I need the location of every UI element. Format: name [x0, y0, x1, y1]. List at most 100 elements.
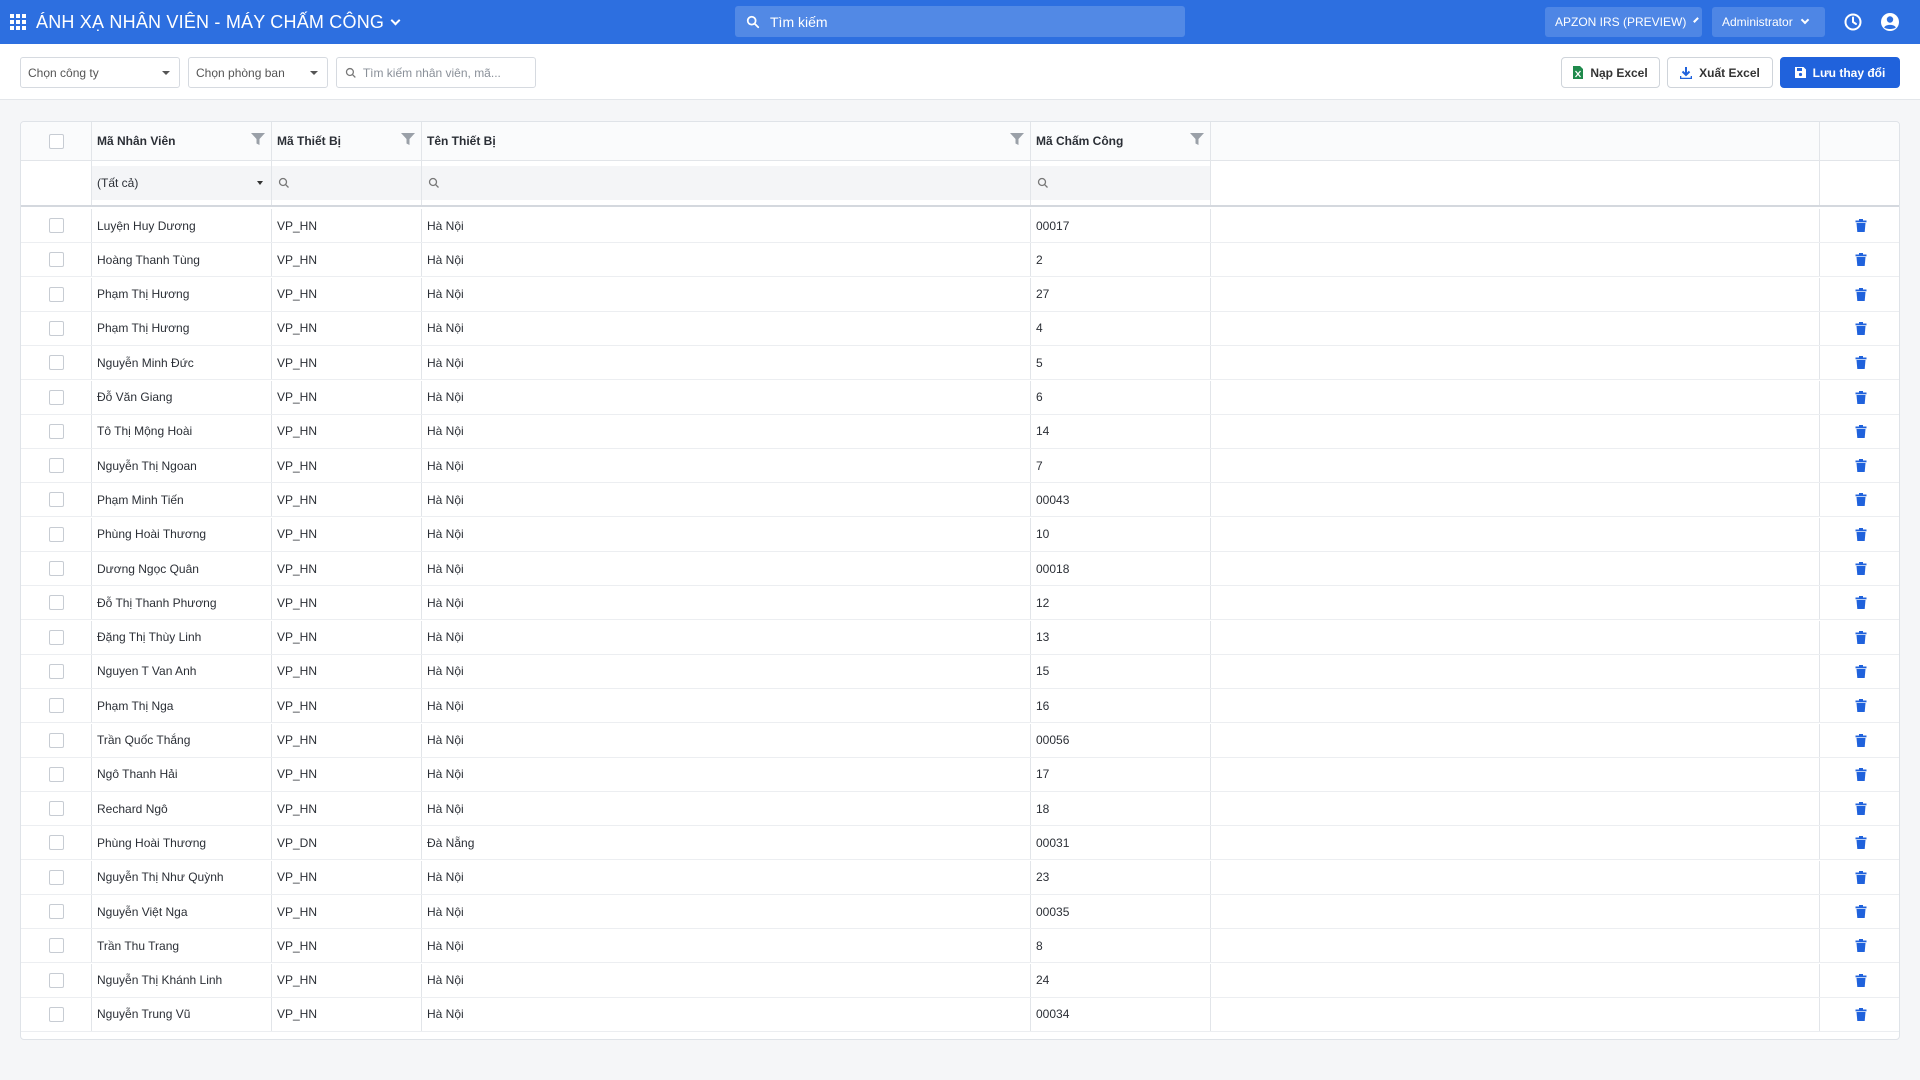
row-checkbox[interactable]: [48, 698, 64, 714]
global-search-input[interactable]: [770, 13, 1170, 30]
row-checkbox[interactable]: [48, 1006, 64, 1022]
cell-employee[interactable]: Nguyễn Trung Vũ: [92, 997, 272, 1031]
cell-device-code[interactable]: VP_HN: [272, 209, 422, 242]
trash-icon[interactable]: [1855, 287, 1867, 301]
cell-employee[interactable]: Nguyễn Việt Nga: [92, 895, 272, 928]
table-row[interactable]: Luyện Huy Dương VP_HN Hà Nội 00017: [21, 209, 1899, 243]
cell-timekeeping-code[interactable]: 27: [1031, 277, 1211, 311]
cell-employee[interactable]: Đỗ Thị Thanh Phương: [92, 586, 272, 620]
cell-employee[interactable]: Phạm Thị Nga: [92, 689, 272, 723]
table-row[interactable]: Phạm Minh Tiến VP_HN Hà Nội 00043: [21, 483, 1899, 518]
cell-employee[interactable]: Nguyễn Thị Ngoan: [92, 449, 272, 483]
cell-device-code[interactable]: VP_HN: [272, 449, 422, 483]
cell-device-code[interactable]: VP_HN: [272, 311, 422, 345]
user-dropdown[interactable]: Administrator: [1712, 7, 1825, 37]
row-checkbox[interactable]: [48, 938, 64, 954]
cell-timekeeping-code[interactable]: 16: [1031, 689, 1211, 723]
filter-device-name-input[interactable]: [446, 176, 933, 190]
row-checkbox[interactable]: [48, 252, 64, 268]
cell-device-code[interactable]: VP_HN: [272, 517, 422, 551]
table-row[interactable]: Nguyễn Thị Khánh Linh VP_HN Hà Nội 24: [21, 963, 1899, 998]
column-header-device-code[interactable]: Mã Thiết Bị: [272, 122, 422, 160]
trash-icon[interactable]: [1855, 424, 1867, 438]
cell-timekeeping-code[interactable]: 24: [1031, 963, 1211, 997]
row-checkbox[interactable]: [48, 320, 64, 336]
table-row[interactable]: Phùng Hoài Thương VP_DN Đà Nẵng 00031: [21, 826, 1899, 861]
cell-device-name[interactable]: Hà Nội: [422, 243, 1031, 277]
tenant-dropdown[interactable]: APZON IRS (PREVIEW): [1545, 7, 1702, 37]
cell-device-code[interactable]: VP_HN: [272, 243, 422, 277]
table-row[interactable]: Phạm Thị Nga VP_HN Hà Nội 16: [21, 689, 1899, 724]
cell-timekeeping-code[interactable]: 15: [1031, 654, 1211, 688]
cell-device-name[interactable]: Hà Nội: [422, 380, 1031, 414]
apps-grid-icon[interactable]: [10, 14, 26, 30]
cell-timekeeping-code[interactable]: 10: [1031, 517, 1211, 551]
trash-icon[interactable]: [1855, 321, 1867, 335]
cell-device-code[interactable]: VP_HN: [272, 483, 422, 517]
trash-icon[interactable]: [1855, 630, 1867, 644]
save-changes-button[interactable]: Lưu thay đổi: [1780, 57, 1900, 88]
cell-timekeeping-code[interactable]: 00056: [1031, 723, 1211, 757]
cell-device-name[interactable]: Hà Nội: [422, 209, 1031, 242]
table-row[interactable]: Nguyễn Việt Nga VP_HN Hà Nội 00035: [21, 895, 1899, 929]
cell-timekeeping-code[interactable]: 2: [1031, 243, 1211, 277]
trash-icon[interactable]: [1855, 699, 1867, 713]
cell-device-name[interactable]: Hà Nội: [422, 757, 1031, 791]
row-checkbox[interactable]: [48, 286, 64, 302]
cell-timekeeping-code[interactable]: 7: [1031, 449, 1211, 483]
filter-device-name[interactable]: [422, 161, 1031, 205]
cell-device-name[interactable]: Hà Nội: [422, 963, 1031, 997]
trash-icon[interactable]: [1855, 905, 1867, 918]
cell-device-name[interactable]: Hà Nội: [422, 414, 1031, 448]
employee-search-box[interactable]: [336, 57, 536, 88]
table-row[interactable]: Rechard Ngô VP_HN Hà Nội 18: [21, 792, 1899, 827]
trash-icon[interactable]: [1855, 870, 1867, 884]
cell-device-code[interactable]: VP_HN: [272, 723, 422, 757]
row-checkbox[interactable]: [48, 766, 64, 782]
cell-device-name[interactable]: Hà Nội: [422, 860, 1031, 894]
cell-device-name[interactable]: Hà Nội: [422, 517, 1031, 551]
cell-device-code[interactable]: VP_HN: [272, 757, 422, 791]
cell-employee[interactable]: Phạm Thị Hương: [92, 311, 272, 345]
global-search-box[interactable]: [735, 6, 1185, 37]
cell-device-name[interactable]: Hà Nội: [422, 689, 1031, 723]
cell-device-name[interactable]: Đà Nẵng: [422, 826, 1031, 860]
table-row[interactable]: Phùng Hoài Thương VP_HN Hà Nội 10: [21, 517, 1899, 552]
trash-icon[interactable]: [1855, 767, 1867, 781]
cell-timekeeping-code[interactable]: 14: [1031, 414, 1211, 448]
row-checkbox[interactable]: [48, 595, 64, 611]
cell-employee[interactable]: Hoàng Thanh Tùng: [92, 243, 272, 277]
filter-icon[interactable]: [401, 132, 415, 146]
cell-device-code[interactable]: VP_DN: [272, 826, 422, 860]
cell-employee[interactable]: Tô Thị Mộng Hoài: [92, 414, 272, 448]
table-row[interactable]: Phạm Thị Hương VP_HN Hà Nội 4: [21, 311, 1899, 346]
table-row[interactable]: Phạm Thị Hương VP_HN Hà Nội 27: [21, 277, 1899, 312]
table-row[interactable]: Đỗ Văn Giang VP_HN Hà Nội 6: [21, 380, 1899, 415]
cell-timekeeping-code[interactable]: 00035: [1031, 895, 1211, 928]
row-checkbox[interactable]: [48, 801, 64, 817]
trash-icon[interactable]: [1855, 596, 1867, 610]
filter-icon[interactable]: [1010, 132, 1024, 146]
cell-timekeeping-code[interactable]: 18: [1031, 792, 1211, 826]
cell-timekeeping-code[interactable]: 5: [1031, 346, 1211, 380]
cell-employee[interactable]: Dương Ngọc Quân: [92, 552, 272, 585]
table-row[interactable]: Nguyễn Thị Ngoan VP_HN Hà Nội 7: [21, 449, 1899, 484]
cell-employee[interactable]: Rechard Ngô: [92, 792, 272, 826]
trash-icon[interactable]: [1855, 733, 1867, 747]
cell-timekeeping-code[interactable]: 23: [1031, 860, 1211, 894]
cell-device-name[interactable]: Hà Nội: [422, 895, 1031, 928]
cell-device-code[interactable]: VP_HN: [272, 346, 422, 380]
cell-device-code[interactable]: VP_HN: [272, 895, 422, 928]
export-excel-button[interactable]: Xuất Excel: [1667, 57, 1773, 88]
filter-device-code-input[interactable]: [296, 176, 416, 190]
cell-device-name[interactable]: Hà Nội: [422, 483, 1031, 517]
trash-icon[interactable]: [1855, 219, 1867, 232]
filter-timekeeping-code-input[interactable]: [1055, 176, 1199, 190]
row-checkbox[interactable]: [48, 732, 64, 748]
trash-icon[interactable]: [1855, 390, 1867, 404]
table-row[interactable]: Nguyen T Van Anh VP_HN Hà Nội 15: [21, 654, 1899, 689]
cell-timekeeping-code[interactable]: 00017: [1031, 209, 1211, 242]
import-excel-button[interactable]: Nạp Excel: [1561, 57, 1660, 88]
table-row[interactable]: Nguyễn Trung Vũ VP_HN Hà Nội 00034: [21, 997, 1899, 1032]
cell-device-code[interactable]: VP_HN: [272, 689, 422, 723]
